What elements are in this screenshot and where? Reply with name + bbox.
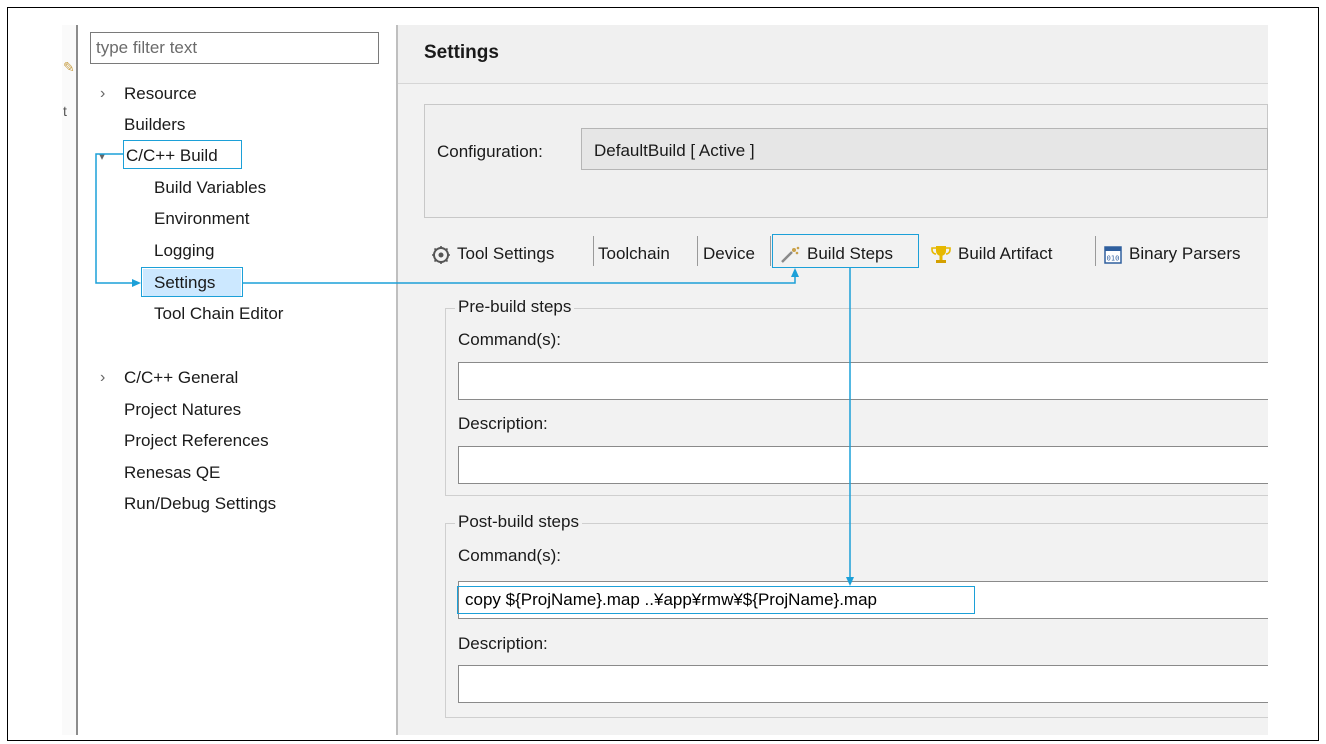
post-build-command-label: Command(s): (458, 546, 561, 565)
tree-item-project-natures[interactable]: Project Natures (124, 399, 241, 421)
page-title: Settings (424, 42, 499, 63)
tab-binary-parsers[interactable]: 010 Binary Parsers (1103, 240, 1240, 268)
tree-item-renesas-qe[interactable]: Renesas QE (124, 462, 220, 484)
pre-build-description-input[interactable] (458, 446, 1268, 484)
chevron-right-icon[interactable]: › (100, 83, 105, 105)
binary-file-icon: 010 (1104, 245, 1122, 264)
tab-device[interactable]: Device (703, 240, 755, 268)
filter-input[interactable] (90, 32, 379, 64)
tree-item-environment[interactable]: Environment (154, 208, 249, 230)
tab-binary-parsers-label: Binary Parsers (1129, 244, 1241, 263)
post-build-description-label: Description: (458, 634, 548, 653)
tree-item-cc-general[interactable]: C/C++ General (124, 367, 238, 389)
tab-build-artifact-label: Build Artifact (958, 244, 1053, 263)
tab-tool-settings[interactable]: Tool Settings (431, 240, 554, 268)
tab-build-steps[interactable]: Build Steps (779, 240, 893, 268)
post-build-description-input[interactable] (458, 665, 1268, 703)
tab-toolchain[interactable]: Toolchain (598, 240, 670, 268)
build-steps-icon (781, 246, 800, 263)
trophy-icon (931, 245, 951, 263)
edge-text-fragment-icon: t (63, 103, 67, 119)
tab-divider (770, 236, 771, 266)
tab-divider (697, 236, 698, 266)
tab-build-steps-label: Build Steps (807, 244, 893, 263)
pre-build-command-label: Command(s): (458, 330, 561, 349)
tree-item-cc-build[interactable]: C/C++ Build (126, 145, 218, 167)
pre-build-description-label: Description: (458, 414, 548, 433)
pre-build-command-input[interactable] (458, 362, 1268, 400)
tree-item-project-references[interactable]: Project References (124, 430, 269, 452)
chevron-down-icon[interactable]: ▾ (99, 145, 105, 167)
tree-item-run-debug-settings[interactable]: Run/Debug Settings (124, 493, 276, 515)
post-build-title: Post-build steps (455, 512, 582, 532)
post-build-command-input[interactable] (458, 581, 1268, 619)
chevron-right-icon[interactable]: › (100, 367, 105, 389)
configuration-label: Configuration: (437, 142, 543, 161)
tree-item-tool-chain-editor[interactable]: Tool Chain Editor (154, 303, 283, 325)
page-header (398, 25, 1268, 84)
configuration-select[interactable]: DefaultBuild [ Active ] (581, 128, 1268, 170)
tab-tool-settings-label: Tool Settings (457, 244, 555, 263)
gear-icon (432, 245, 450, 264)
edge-glyph-icon: ✎ (63, 59, 75, 75)
tab-build-artifact[interactable]: Build Artifact (930, 240, 1053, 268)
tree-item-resource[interactable]: Resource (124, 83, 197, 105)
tree-item-settings[interactable]: Settings (154, 272, 215, 294)
tab-divider (593, 236, 594, 266)
tab-divider (1095, 236, 1096, 266)
svg-text:010: 010 (1107, 254, 1120, 262)
editor-edge-strip: ✎ t (62, 25, 78, 735)
tree-item-build-variables[interactable]: Build Variables (154, 177, 266, 199)
pre-build-title: Pre-build steps (455, 297, 575, 317)
tree-item-logging[interactable]: Logging (154, 240, 215, 262)
tree-item-builders[interactable]: Builders (124, 114, 185, 136)
